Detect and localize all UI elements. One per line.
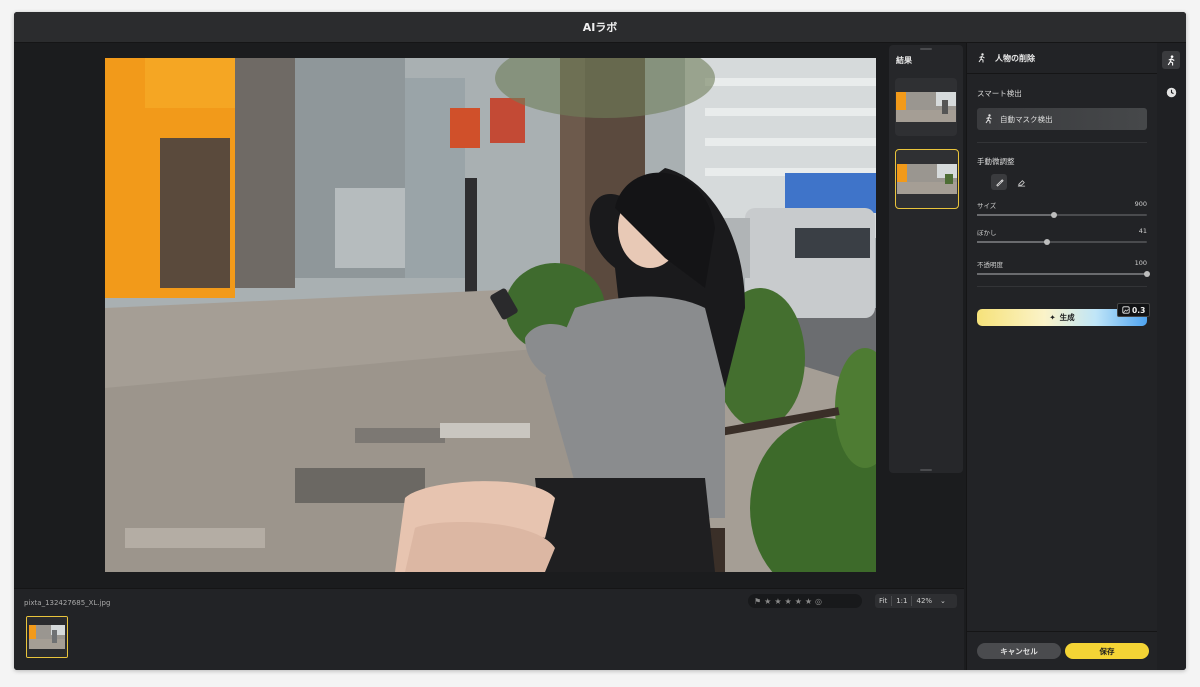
blur-slider-value: 41	[1138, 227, 1147, 235]
blur-slider[interactable]	[977, 238, 1147, 245]
result-thumb-image	[897, 164, 957, 194]
eraser-icon	[1017, 179, 1025, 187]
walking-person-icon	[1167, 54, 1175, 65]
main-photo[interactable]	[105, 58, 876, 572]
results-title: 結果	[896, 56, 912, 65]
panel-title: 人物の削除	[995, 53, 1035, 63]
image-credit-icon	[1122, 306, 1130, 314]
flag-icon[interactable]: ⚑	[754, 597, 761, 606]
size-slider-value: 900	[1134, 200, 1147, 208]
canvas-area[interactable]	[14, 43, 886, 588]
panel-footer: キャンセル 保存	[967, 631, 1157, 670]
filmstrip-thumb-image	[27, 617, 67, 657]
zoom-one-to-one-button[interactable]: 1:1	[892, 597, 911, 605]
app-window: AIラボ 結果 人物の削除 スマート検出 自動マスク検出 手動微調整 サイズ 9…	[14, 12, 1186, 670]
history-tool-button[interactable]	[1162, 83, 1180, 101]
result-thumb-original[interactable]	[895, 78, 957, 136]
rating-star[interactable]: ★	[774, 597, 781, 606]
window-title: AIラボ	[582, 21, 618, 34]
eraser-tool[interactable]	[1013, 174, 1029, 190]
results-panel: 結果	[889, 45, 963, 473]
size-slider-label: サイズ	[977, 202, 997, 210]
opacity-slider[interactable]	[977, 270, 1150, 277]
save-button[interactable]: 保存	[1065, 643, 1149, 659]
smart-detect-title: スマート検出	[977, 89, 1022, 98]
photo-illustration	[105, 58, 876, 572]
size-slider-fill	[977, 214, 1054, 216]
file-name: pixta_132427685_XL.jpg	[24, 599, 111, 607]
person-removal-tool-button[interactable]	[1162, 51, 1180, 69]
credit-cost-value: 0.3	[1132, 305, 1146, 315]
section-divider	[977, 142, 1147, 143]
rating-star[interactable]: ★	[805, 597, 812, 606]
opacity-slider-fill	[977, 273, 1147, 275]
filmstrip-thumb[interactable]	[26, 616, 68, 658]
clock-icon	[1166, 87, 1176, 97]
walking-person-icon	[985, 114, 992, 124]
person-removal-panel: 人物の削除 スマート検出 自動マスク検出 手動微調整 サイズ 900 ぼかし 4…	[966, 43, 1157, 670]
brush-icon	[995, 178, 1004, 187]
opacity-slider-label: 不透明度	[977, 261, 1003, 269]
section-divider	[977, 286, 1147, 287]
generate-label: 生成	[1059, 313, 1075, 322]
color-label-icon[interactable]: ◎	[815, 597, 822, 606]
rating-bar: ⚑ ★ ★ ★ ★ ★ ◎	[748, 594, 862, 608]
filmstrip: pixta_132427685_XL.jpg ⚑ ★ ★ ★ ★ ★ ◎ Fit…	[14, 588, 964, 670]
rating-star[interactable]: ★	[764, 597, 771, 606]
results-top-grip[interactable]	[920, 48, 932, 50]
credit-cost-badge: 0.3	[1117, 303, 1151, 317]
size-slider[interactable]	[977, 211, 1147, 218]
walking-person-icon	[978, 53, 985, 63]
blur-slider-knob[interactable]	[1043, 238, 1050, 245]
blur-slider-label: ぼかし	[977, 229, 997, 237]
sparkle-icon: ✦	[1049, 313, 1056, 322]
zoom-level-select[interactable]: 42%	[912, 597, 936, 605]
title-bar: AIラボ	[14, 12, 1186, 43]
brush-tool[interactable]	[991, 174, 1007, 190]
cancel-button[interactable]: キャンセル	[977, 643, 1061, 659]
zoom-controls: Fit 1:1 42% ⌄	[875, 594, 957, 608]
zoom-fit-button[interactable]: Fit	[875, 597, 891, 605]
result-thumb-generated[interactable]	[895, 149, 959, 209]
rating-star[interactable]: ★	[785, 597, 792, 606]
tool-rail	[1157, 43, 1186, 670]
chevron-down-icon[interactable]: ⌄	[936, 597, 950, 605]
rating-star[interactable]: ★	[795, 597, 802, 606]
opacity-slider-value: 100	[1134, 259, 1147, 267]
manual-adjust-title: 手動微調整	[977, 157, 1015, 166]
opacity-slider-knob[interactable]	[1144, 270, 1150, 277]
panel-header: 人物の削除	[967, 43, 1157, 74]
result-thumb-image	[896, 92, 956, 122]
results-bottom-grip[interactable]	[920, 469, 932, 471]
auto-mask-detect-button[interactable]: 自動マスク検出	[977, 108, 1147, 130]
size-slider-knob[interactable]	[1050, 211, 1057, 218]
blur-slider-fill	[977, 241, 1047, 243]
auto-mask-detect-label: 自動マスク検出	[1000, 114, 1053, 124]
